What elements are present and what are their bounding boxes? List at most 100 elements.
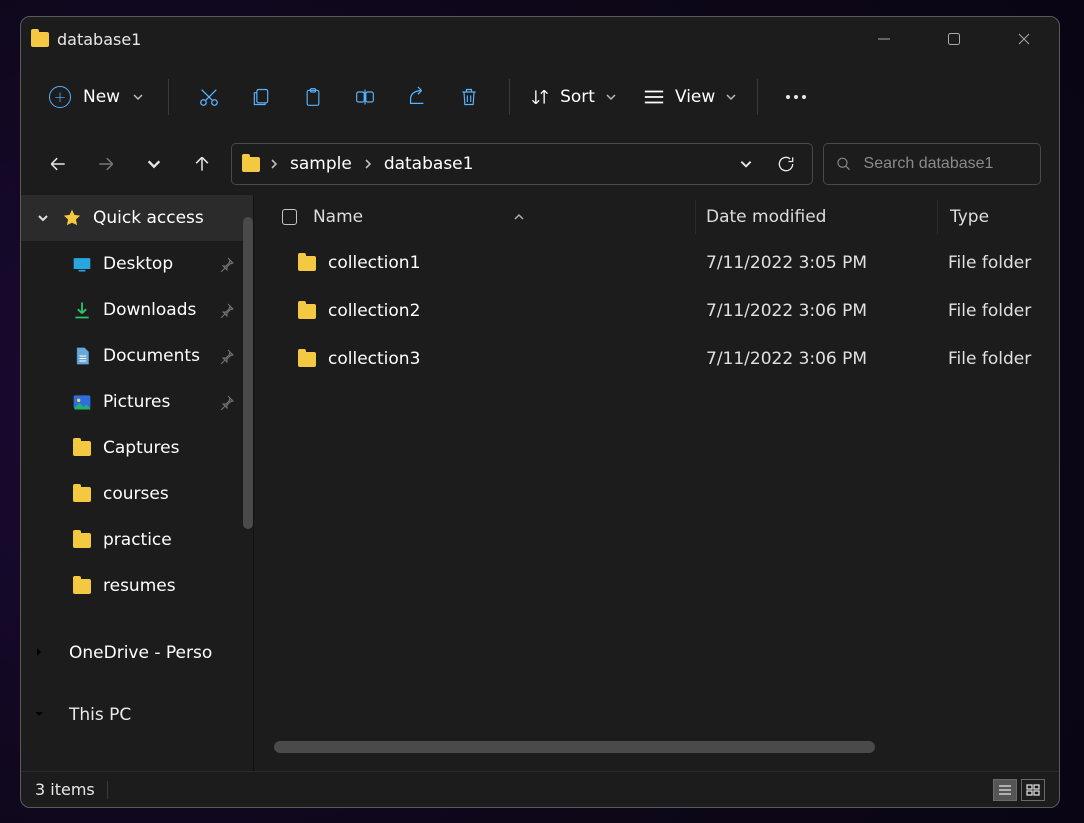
folder-icon [298, 352, 316, 367]
separator [107, 781, 108, 799]
folder-icon [31, 32, 49, 47]
sidebar-item-onedrive[interactable]: OneDrive - Perso [21, 631, 253, 675]
copy-icon [251, 86, 271, 108]
horizontal-scrollbar[interactable] [274, 741, 875, 753]
chevron-right-icon [33, 646, 45, 658]
recent-locations-button[interactable] [135, 145, 173, 183]
sidebar-item-label: Documents [103, 346, 200, 366]
back-button[interactable] [39, 145, 77, 183]
folder-icon [71, 437, 93, 459]
more-button[interactable] [772, 95, 820, 99]
sort-label: Sort [560, 87, 595, 107]
close-button[interactable] [989, 17, 1059, 61]
sidebar-scrollbar[interactable] [243, 217, 253, 529]
arrow-right-icon [96, 154, 116, 174]
sidebar-item-pictures[interactable]: Pictures [21, 379, 253, 425]
chevron-down-icon [33, 708, 45, 720]
navigation-pane: Quick access Desktop Downloads Documents Pi… [21, 195, 253, 771]
nav-row: sample database1 [21, 133, 1059, 195]
rename-icon [354, 87, 376, 107]
maximize-button[interactable] [919, 17, 989, 61]
view-button[interactable]: View [637, 87, 743, 107]
file-row[interactable]: collection27/11/2022 3:06 PMFile folder [254, 287, 1059, 335]
chevron-down-icon [725, 91, 737, 103]
column-headers: Name Date modified Type [254, 195, 1059, 239]
sidebar-item-captures[interactable]: Captures [21, 425, 253, 471]
column-label: Name [313, 207, 363, 227]
copy-button[interactable] [235, 77, 287, 117]
file-list: collection17/11/2022 3:05 PMFile folderc… [254, 239, 1059, 771]
details-view-button[interactable] [993, 779, 1017, 801]
folder-icon [71, 575, 93, 597]
new-button[interactable]: + New [39, 80, 154, 114]
search-input[interactable] [862, 154, 1028, 174]
sort-button[interactable]: Sort [524, 87, 623, 107]
breadcrumb-segment[interactable]: sample [284, 154, 358, 174]
folder-icon [71, 483, 93, 505]
arrow-up-icon [192, 154, 212, 174]
clipboard-icon [303, 86, 323, 108]
sidebar-item-quick-access[interactable]: Quick access [21, 195, 253, 241]
breadcrumb-label: database1 [384, 154, 474, 174]
file-name: collection2 [328, 301, 420, 321]
column-header-name[interactable]: Name [282, 200, 696, 234]
delete-button[interactable] [443, 77, 495, 117]
sidebar-item-label: courses [103, 484, 169, 504]
breadcrumb-segment[interactable]: database1 [378, 154, 480, 174]
star-icon [61, 207, 83, 229]
minimize-icon [877, 32, 891, 46]
pin-icon [219, 302, 235, 318]
minimize-button[interactable] [849, 17, 919, 61]
sidebar-item-resumes[interactable]: resumes [21, 563, 253, 609]
cut-button[interactable] [183, 77, 235, 117]
arrow-left-icon [48, 154, 68, 174]
expand-toggle[interactable] [33, 643, 45, 663]
file-type: File folder [948, 349, 1031, 369]
sidebar-item-documents[interactable]: Documents [21, 333, 253, 379]
column-header-modified[interactable]: Date modified [696, 200, 938, 234]
file-name: collection1 [328, 253, 420, 273]
separator [168, 79, 169, 115]
file-explorer-window: database1 + New [20, 16, 1060, 808]
paste-button[interactable] [287, 77, 339, 117]
scissors-icon [198, 86, 220, 108]
thumbnails-view-button[interactable] [1021, 779, 1045, 801]
titlebar: database1 [21, 17, 1059, 61]
content-pane: Name Date modified Type collection17/11/… [253, 195, 1059, 771]
folder-icon [242, 157, 260, 172]
folder-icon [71, 529, 93, 551]
chevron-right-icon [362, 158, 374, 170]
download-icon [71, 299, 93, 321]
explorer-body: Quick access Desktop Downloads Documents Pi… [21, 195, 1059, 771]
window-controls [849, 17, 1059, 61]
file-modified: 7/11/2022 3:06 PM [706, 301, 867, 321]
sidebar-item-label: Downloads [103, 300, 196, 320]
expand-toggle[interactable] [35, 212, 51, 224]
column-header-type[interactable]: Type [938, 200, 989, 234]
sidebar-item-desktop[interactable]: Desktop [21, 241, 253, 287]
sidebar-item-downloads[interactable]: Downloads [21, 287, 253, 333]
rename-button[interactable] [339, 77, 391, 117]
refresh-button[interactable] [768, 146, 804, 182]
file-row[interactable]: collection37/11/2022 3:06 PMFile folder [254, 335, 1059, 383]
sidebar-item-practice[interactable]: practice [21, 517, 253, 563]
select-all-checkbox[interactable] [282, 209, 297, 225]
pictures-icon [71, 391, 93, 413]
sidebar-item-label: OneDrive - Perso [69, 643, 212, 663]
address-bar[interactable]: sample database1 [231, 143, 813, 185]
pin-icon [219, 256, 235, 272]
search-box[interactable] [823, 143, 1041, 185]
share-button[interactable] [391, 77, 443, 117]
file-row[interactable]: collection17/11/2022 3:05 PMFile folder [254, 239, 1059, 287]
forward-button[interactable] [87, 145, 125, 183]
expand-toggle[interactable] [33, 705, 45, 725]
sidebar-item-this-pc[interactable]: This PC [21, 693, 253, 737]
up-button[interactable] [183, 145, 221, 183]
separator [757, 79, 758, 115]
ellipsis-icon [786, 95, 790, 99]
address-history-button[interactable] [728, 146, 764, 182]
chevron-down-icon [146, 156, 162, 172]
search-icon [836, 155, 852, 173]
sidebar-item-courses[interactable]: courses [21, 471, 253, 517]
chevron-down-icon [605, 91, 617, 103]
